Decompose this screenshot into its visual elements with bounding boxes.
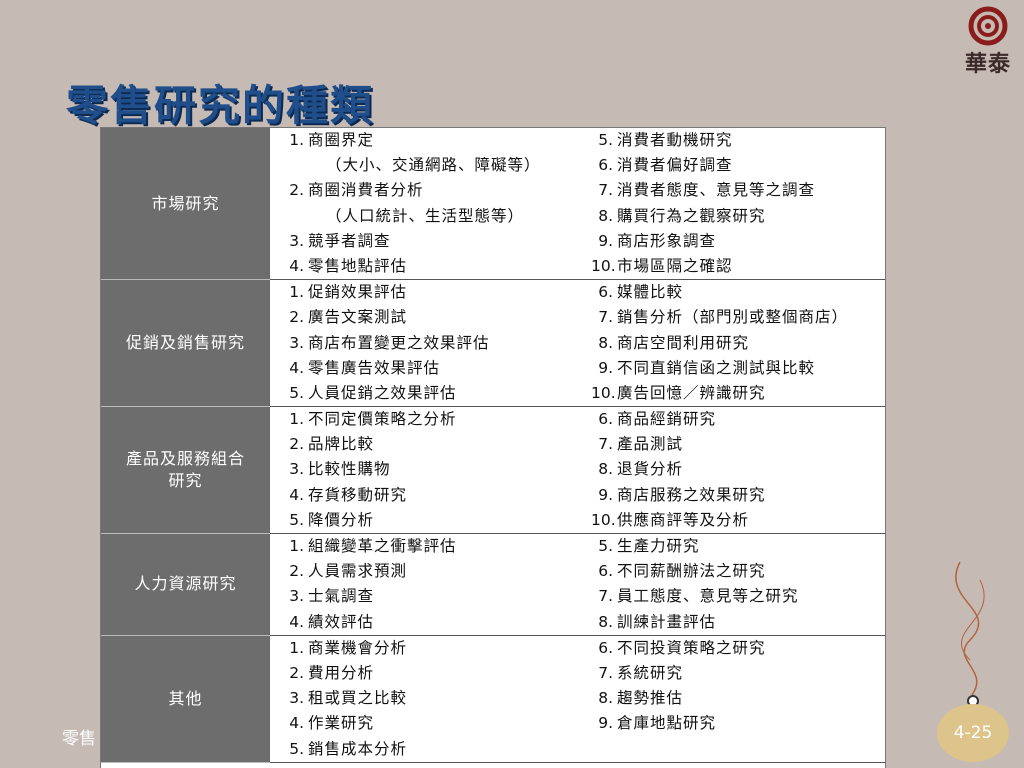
list-item: 2. 人員需求預測: [289, 562, 408, 581]
research-table: 市場研究 1. 商圈界定 （大小、交通網路、障礙等） 2. 商圈消費者分析 （人口統…: [101, 128, 885, 763]
list-item: 3. 士氣調查: [289, 587, 375, 606]
list-item: 3. 競爭者調查: [289, 231, 391, 250]
table-row: 產品及服務組合 研究 1. 不同定價策略之分析 2. 品牌比較 3. 比較性購物 4.…: [101, 406, 885, 534]
category-line-1: 產品及服務組合: [125, 449, 245, 469]
list-item: 6. 商品經銷研究: [598, 410, 717, 429]
left-items: 1. 商圈界定 （大小、交通網路、障礙等） 2. 商圈消費者分析 （人口統計、生活型…: [270, 128, 585, 281]
research-types-table: 市場研究 1. 商圈界定 （大小、交通網路、障礙等） 2. 商圈消費者分析 （人口統…: [100, 127, 886, 768]
spiral-logo-icon: [968, 6, 1008, 46]
right-items: 6. 不同投資策略之研究 7. 系統研究 8. 趨勢推估 9. 倉庫地點研究: [585, 635, 885, 763]
list-item: 9. 商店服務之效果研究: [598, 485, 766, 504]
list-item: 4. 績效評估: [289, 612, 375, 631]
list-item: 5. 銷售成本分析: [289, 739, 408, 758]
category-cell: 人力資源研究: [101, 533, 270, 636]
list-item: 2. 費用分析: [289, 663, 375, 682]
list-item: 2. 廣告文案測試: [289, 308, 408, 327]
list-item: 5. 消費者動機研究: [598, 131, 733, 149]
table-row: 人力資源研究 1. 組織變革之衝擊評估 2. 人員需求預測 3. 士氣調查 4. 績效評…: [101, 533, 885, 636]
list-item: 1. 商業機會分析: [289, 638, 408, 657]
list-item: 4. 作業研究: [289, 714, 375, 733]
list-item: 5. 人員促銷之效果評估: [289, 383, 457, 402]
list-item: 4. 存貨移動研究: [289, 485, 408, 504]
list-item: 3. 租或買之比較: [289, 689, 408, 708]
category-cell: 市場研究: [101, 128, 270, 281]
list-item: 6. 媒體比較: [598, 283, 684, 302]
brand-name: 華泰: [964, 51, 1011, 77]
list-item: 6. 不同投資策略之研究: [598, 638, 766, 657]
list-item: 7. 銷售分析（部門別或整個商店）: [598, 308, 849, 327]
list-item: 7. 消費者態度、意見等之調查: [598, 181, 816, 200]
slide: 華泰 零售研究的種類 零售 市場研究 1. 商圈界定 （大小、交通網路、障礙等） …: [0, 0, 1024, 768]
list-item: 1. 促銷效果評估: [289, 283, 408, 302]
list-item: 5. 生產力研究: [598, 537, 700, 555]
list-item: 6. 不同薪酬辦法之研究: [598, 562, 766, 581]
list-item: 10.供應商評等及分析: [591, 510, 750, 529]
list-item: 7. 員工態度、意見等之研究: [598, 587, 799, 606]
list-item: 1. 商圈界定: [289, 131, 375, 149]
list-item: 8. 商店空間利用研究: [598, 333, 750, 352]
list-item: 8. 趨勢推估: [598, 689, 684, 708]
left-items: 1. 組織變革之衝擊評估 2. 人員需求預測 3. 士氣調查 4. 績效評估: [270, 533, 585, 636]
list-item: 7. 系統研究: [598, 663, 684, 682]
table-row: 促銷及銷售研究 1. 促銷效果評估 2. 廣告文案測試 3. 商店布置變更之效果評估 …: [101, 279, 885, 408]
category-cell: 其他: [101, 635, 270, 763]
list-item: 9. 不同直銷信函之測試與比較: [598, 358, 816, 377]
list-item: 2. 品牌比較: [289, 435, 375, 454]
list-item: 10.市場區隔之確認: [591, 256, 733, 275]
category-cell: 促銷及銷售研究: [101, 279, 270, 408]
list-item: 1. 不同定價策略之分析: [289, 410, 457, 429]
page-number: 4-25: [953, 723, 993, 743]
list-item: 4. 零售地點評估: [289, 256, 408, 275]
right-items: 5. 消費者動機研究 6. 消費者偏好調查 7. 消費者態度、意見等之調查 8. 購買行…: [585, 128, 885, 281]
right-items: 5. 生產力研究 6. 不同薪酬辦法之研究 7. 員工態度、意見等之研究 8. 訓練計畫…: [585, 533, 885, 636]
left-items: 1. 不同定價策略之分析 2. 品牌比較 3. 比較性購物 4. 存貨移動研究 5. 降價…: [270, 406, 585, 534]
list-item: 7. 產品測試: [598, 435, 684, 454]
list-item: 8. 訓練計畫評估: [598, 612, 717, 631]
category-cell: 產品及服務組合 研究: [101, 406, 270, 534]
list-item: 4. 零售廣告效果評估: [289, 358, 441, 377]
decorative-curl-icon: [955, 561, 985, 696]
list-item: 8. 退貨分析: [598, 460, 684, 479]
list-item: 1. 組織變革之衝擊評估: [289, 537, 457, 555]
table-row: 市場研究 1. 商圈界定 （大小、交通網路、障礙等） 2. 商圈消費者分析 （人口統…: [101, 128, 885, 281]
list-item: （大小、交通網路、障礙等）: [326, 156, 541, 175]
table-row: 其他 1. 商業機會分析 2. 費用分析 3. 租或買之比較 4. 作業研究 5. 銷售成…: [101, 635, 885, 763]
list-item: 3. 比較性購物: [289, 460, 391, 479]
left-items: 1. 促銷效果評估 2. 廣告文案測試 3. 商店布置變更之效果評估 4. 零售廣告效果…: [270, 279, 585, 408]
list-item: 2. 商圈消費者分析: [289, 181, 424, 200]
right-items: 6. 媒體比較 7. 銷售分析（部門別或整個商店） 8. 商店空間利用研究 9. 不同直…: [585, 279, 885, 408]
list-item: 8. 購買行為之觀察研究: [598, 206, 766, 225]
list-item: （人口統計、生活型態等）: [326, 206, 525, 225]
list-item: 9. 商店形象調查: [598, 231, 717, 250]
list-item: 10.廣告回憶／辨識研究: [591, 383, 766, 402]
list-item: 5. 降價分析: [289, 510, 375, 529]
page-title: 零售研究的種類: [66, 81, 375, 130]
right-items: 6. 商品經銷研究 7. 產品測試 8. 退貨分析 9. 商店服務之效果研究 10.供應…: [585, 406, 885, 534]
list-item: 3. 商店布置變更之效果評估: [289, 333, 490, 352]
footer-text: 零售: [62, 729, 96, 749]
list-item: 6. 消費者偏好調查: [598, 156, 733, 175]
list-item: 9. 倉庫地點研究: [598, 714, 717, 733]
brand-logo: 華泰: [958, 6, 1018, 78]
page-number-badge: 4-25: [937, 704, 1009, 762]
category-line-2: 研究: [168, 471, 203, 491]
left-items: 1. 商業機會分析 2. 費用分析 3. 租或買之比較 4. 作業研究 5. 銷售成本分析: [270, 635, 585, 763]
